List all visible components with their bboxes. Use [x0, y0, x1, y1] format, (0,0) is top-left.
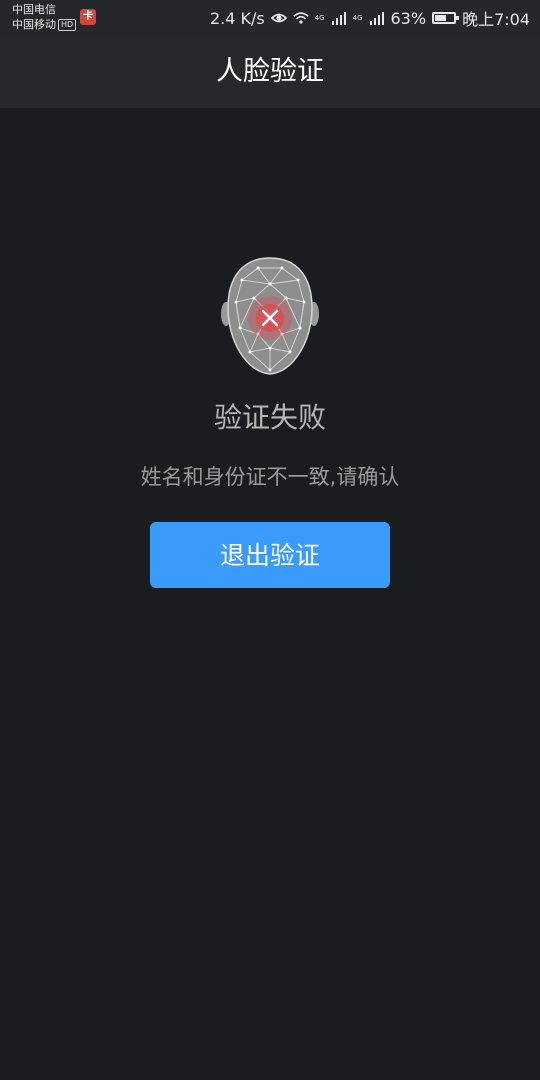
carrier-2: 中国移动 — [12, 18, 56, 31]
battery-percent: 63% — [390, 8, 427, 28]
network-speed: 2.4 K/s — [209, 8, 265, 28]
signal-icon-2 — [369, 12, 384, 25]
clock: 晚上7:04 — [462, 10, 530, 29]
carrier-info: 中国电信 中国移动 HD — [12, 2, 77, 32]
battery-icon — [432, 12, 460, 24]
hd-badge: HD — [58, 19, 77, 31]
wifi-icon — [293, 12, 309, 24]
result-message: 姓名和身份证不一致,请确认 — [140, 465, 400, 489]
eye-icon — [270, 13, 287, 23]
app-bar: 人脸验证 — [0, 36, 540, 108]
network-type-1: 4G — [314, 13, 325, 22]
exit-verification-button[interactable]: 退出验证 — [150, 522, 390, 588]
network-type-2: 4G — [352, 13, 363, 22]
status-icons: 2.4 K/s 4G 4G 63% 晚上7:04 — [210, 6, 530, 30]
signal-icon — [331, 12, 346, 25]
face-scan-failed-icon — [221, 257, 319, 375]
status-bar: 中国电信 中国移动 HD 卡 2.4 K/s 4G 4G 63% 晚上7:04 — [0, 0, 540, 36]
app-notification-icon: 卡 — [80, 9, 96, 25]
page-title: 人脸验证 — [216, 56, 324, 87]
carrier-1: 中国电信 — [12, 3, 56, 16]
result-title: 验证失败 — [213, 401, 326, 434]
